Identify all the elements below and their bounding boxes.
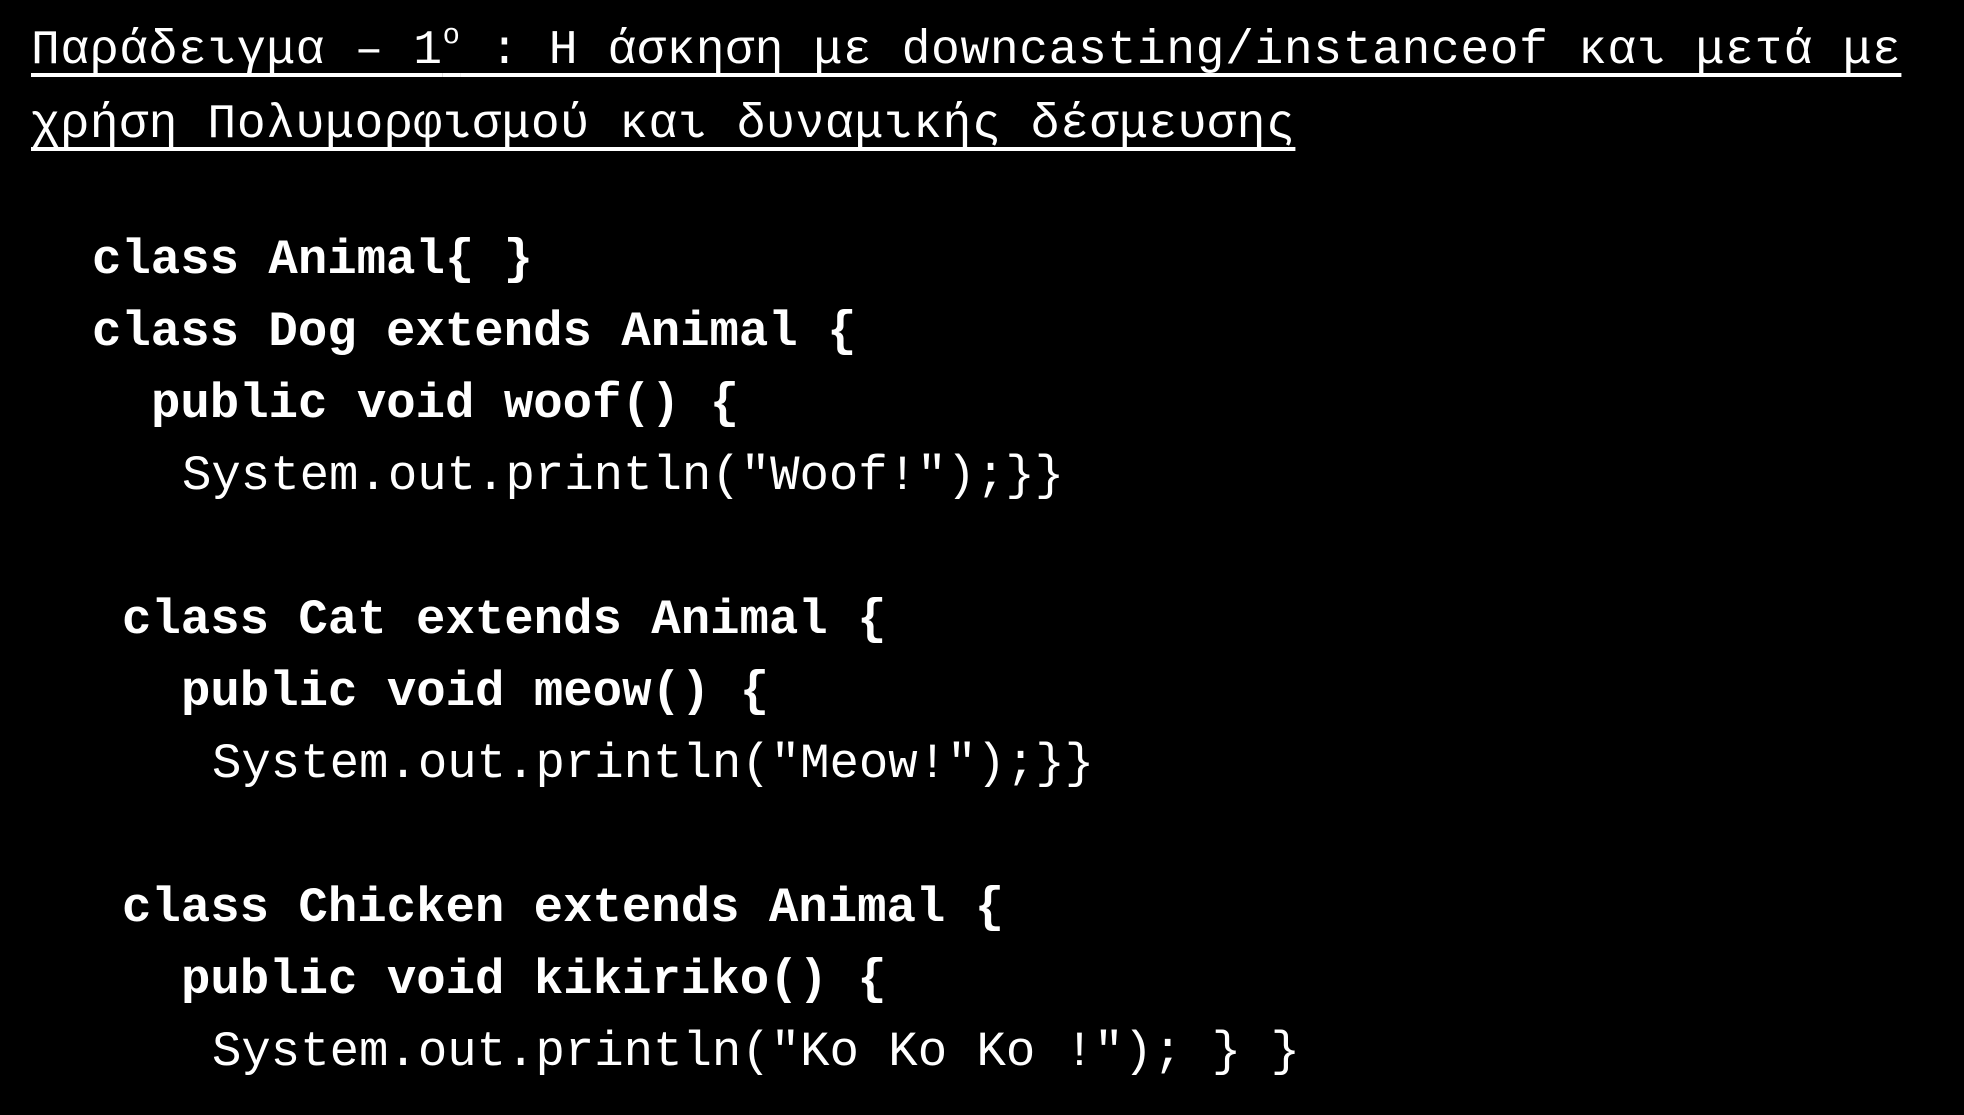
code-line-chicken-method: public void kikiriko() { xyxy=(181,952,887,1008)
code-line-cat-class: class Cat extends Animal { xyxy=(122,592,887,648)
title-ordinal-superscript: ο xyxy=(442,18,461,52)
code-line-chicken-print: System.out.println("Ko Ko Ko !"); } } xyxy=(212,1024,1300,1080)
code-line-animal-class: class Animal{ } xyxy=(92,232,534,288)
title-line-1: Παράδειγμα – 1ο : Η άσκηση με downcastin… xyxy=(31,21,1902,78)
code-line-cat-print: System.out.println("Meow!");}} xyxy=(212,736,1095,792)
code-line-dog-method: public void woof() { xyxy=(151,376,740,432)
title-line-1-prefix: Παράδειγμα – 1 xyxy=(31,24,443,78)
code-line-chicken-class: class Chicken extends Animal { xyxy=(122,880,1005,936)
code-line-dog-print: System.out.println("Woof!");}} xyxy=(182,448,1065,504)
code-line-dog-class: class Dog extends Animal { xyxy=(92,304,857,360)
slide: Παράδειγμα – 1ο : Η άσκηση με downcastin… xyxy=(0,0,1964,1115)
title-line-2: χρήση Πολυμορφισμού και δυναμικής δέσμευ… xyxy=(31,98,1296,152)
slide-title: Παράδειγμα – 1ο : Η άσκηση με downcastin… xyxy=(31,14,1941,162)
title-line-1-suffix: : Η άσκηση με downcasting/instanceof και… xyxy=(460,24,1902,78)
code-line-cat-method: public void meow() { xyxy=(181,664,770,720)
